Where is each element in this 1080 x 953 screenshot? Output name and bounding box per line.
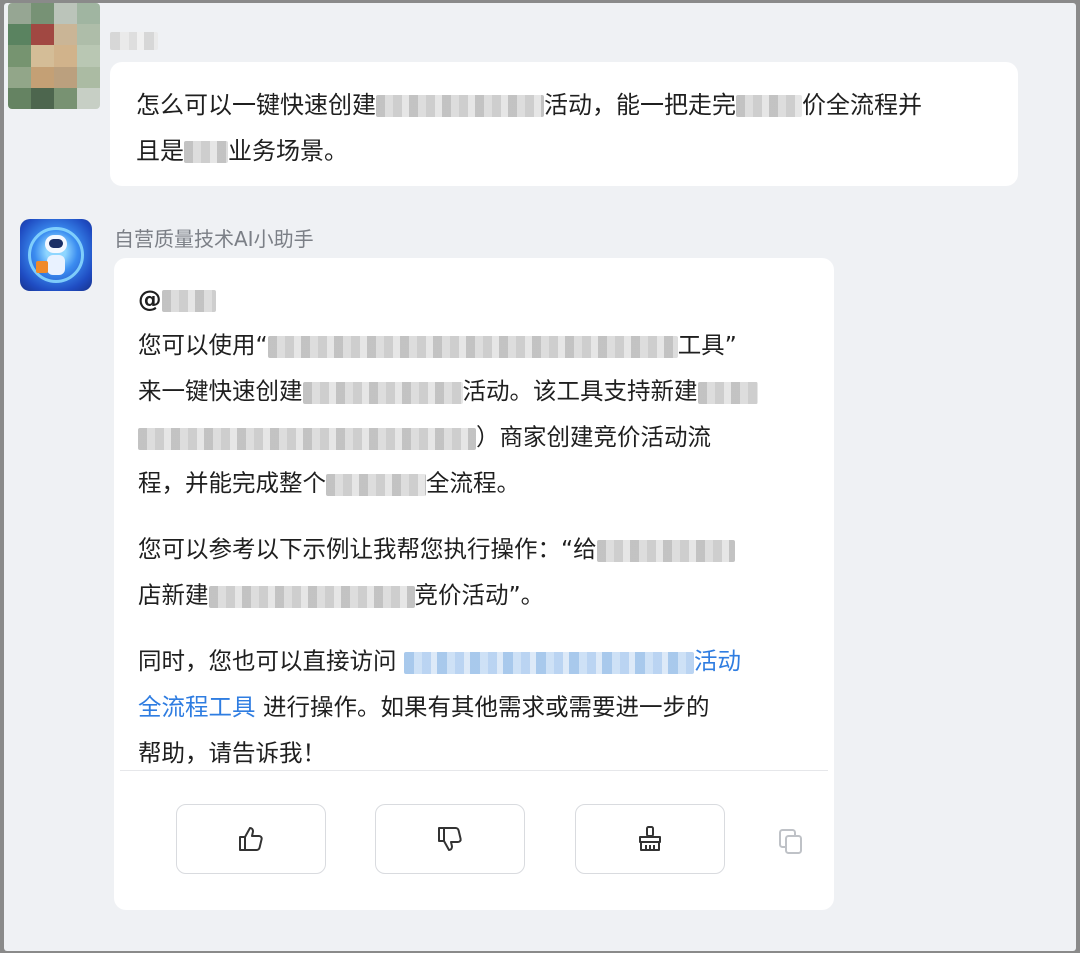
- thumbs-up-icon: [239, 827, 263, 851]
- bot-message-bubble: @ 您可以使用“ 工具” 来一键快速创建 活动。该工具支持新建 ）商家创建竞价活动流…: [114, 258, 834, 910]
- redacted-text: [267, 335, 678, 358]
- redacted-mention: [161, 289, 216, 312]
- text-segment: 进行操作。如果有其他需求或需要进一步的: [262, 693, 710, 721]
- text-segment: 您可以参考以下示例让我帮您执行操作：“给: [138, 535, 597, 563]
- user-name: [110, 32, 158, 50]
- user-message-text: 怎么可以一键快速创建: [136, 91, 376, 119]
- bot-name: 自营质量技术AI小助手: [114, 227, 314, 251]
- like-button[interactable]: [176, 804, 326, 874]
- text-segment: ）商家创建竞价活动流: [476, 423, 711, 451]
- user-avatar[interactable]: [8, 3, 100, 109]
- clear-button[interactable]: [575, 804, 725, 874]
- text-segment: 来一键快速创建: [138, 377, 303, 405]
- paragraph-2: 您可以参考以下示例让我帮您执行操作：“给 店新建 竞价活动”。: [138, 526, 818, 618]
- divider: [120, 770, 828, 771]
- tool-link[interactable]: 活动: [694, 647, 741, 675]
- robot-face: [49, 239, 63, 248]
- robot-body: [47, 255, 65, 275]
- user-message-text: 业务场景。: [228, 137, 348, 165]
- text-segment: 活动。该工具支持新建: [462, 377, 698, 405]
- text-segment: 全流程。: [426, 469, 520, 497]
- paragraph-3: 同时，您也可以直接访问 活动 全流程工具 进行操作。如果有其他需求或需要进一步的…: [138, 638, 818, 776]
- bot-avatar[interactable]: [20, 219, 92, 291]
- thumbs-down-icon: [438, 827, 462, 851]
- text-segment: 竞价活动”。: [414, 581, 545, 609]
- redacted-text: [208, 585, 415, 608]
- text-segment: 帮助，请告诉我！: [138, 739, 326, 767]
- user-message-bubble: 怎么可以一键快速创建 活动，能一把走完 价全流程并 且是 业务场景。: [110, 62, 1018, 186]
- text-segment: 店新建: [138, 581, 209, 609]
- redacted-text: [596, 539, 735, 562]
- paragraph-1: 您可以使用“ 工具” 来一键快速创建 活动。该工具支持新建 ）商家创建竞价活动流 程…: [138, 322, 818, 506]
- tool-link-continued[interactable]: 全流程工具: [138, 693, 256, 721]
- copy-icon[interactable]: [776, 826, 806, 856]
- mention-prefix: @: [138, 285, 162, 313]
- text-segment: 您可以使用“: [138, 331, 268, 359]
- redacted-text: [376, 95, 544, 117]
- redacted-text: [697, 381, 758, 404]
- dislike-button[interactable]: [375, 804, 525, 874]
- redacted-text: [326, 473, 426, 496]
- redacted-text: [184, 141, 228, 163]
- robot-box: [36, 261, 48, 273]
- redacted-text: [138, 427, 476, 450]
- text-segment: 同时，您也可以直接访问: [138, 647, 397, 675]
- bot-message-content: @ 您可以使用“ 工具” 来一键快速创建 活动。该工具支持新建 ）商家创建竞价活动流…: [138, 276, 818, 776]
- redacted-link-text[interactable]: [403, 651, 694, 674]
- text-segment: 工具”: [677, 331, 737, 359]
- chat-window: 怎么可以一键快速创建 活动，能一把走完 价全流程并 且是 业务场景。 自营质量技术AI…: [4, 3, 1076, 951]
- brush-icon: [639, 826, 661, 851]
- mention-line: @: [138, 276, 818, 322]
- user-message-text: 活动，能一把走完: [544, 91, 736, 119]
- redacted-text: [736, 95, 802, 117]
- user-message-text: 价全流程并: [802, 91, 922, 119]
- text-segment: 程，并能完成整个: [138, 469, 326, 497]
- user-message-text: 且是: [136, 137, 184, 165]
- redacted-text: [302, 381, 463, 404]
